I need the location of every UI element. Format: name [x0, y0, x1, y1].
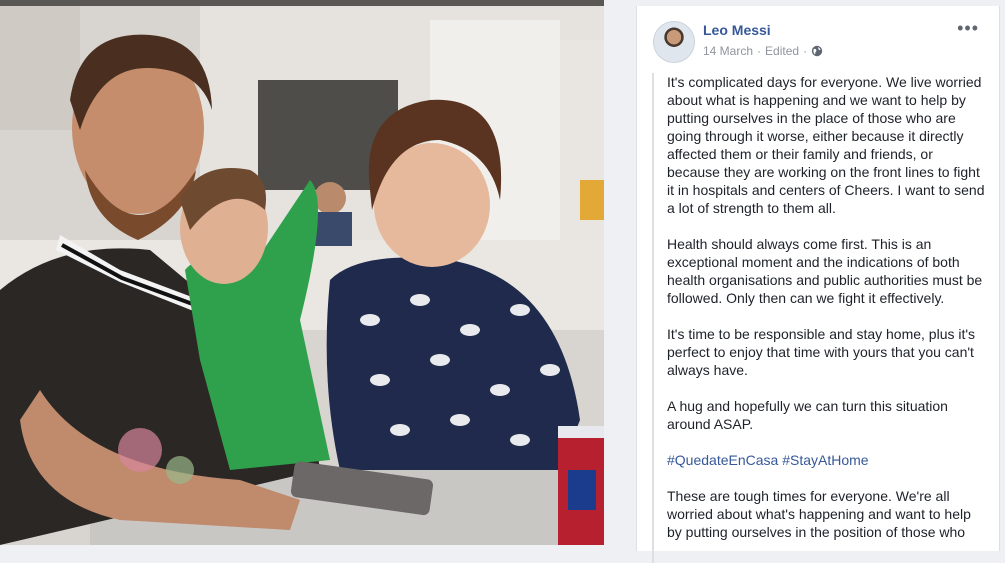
- post-panel: Leo Messi 14 March · Edited · ••• It's c…: [636, 6, 1000, 563]
- post-photo[interactable]: [0, 0, 604, 545]
- gutter: [604, 0, 636, 545]
- post-text: It's complicated days for everyone. We l…: [652, 73, 985, 563]
- post-meta: 14 March · Edited ·: [703, 44, 823, 58]
- edited-label[interactable]: Edited: [765, 44, 799, 58]
- family-photo-illustration: [0, 0, 604, 545]
- post-paragraph: A hug and hopefully we can turn this sit…: [667, 398, 948, 432]
- page-edge: [1000, 0, 1005, 545]
- meta-separator: ·: [757, 44, 762, 58]
- author-avatar[interactable]: [653, 21, 695, 63]
- author-name[interactable]: Leo Messi: [703, 22, 771, 38]
- photo-top-border: [0, 0, 604, 6]
- translation-paragraph: These are tough times for everyone. We'r…: [667, 488, 971, 540]
- more-options-button[interactable]: •••: [957, 19, 979, 37]
- post-paragraph: Health should always come first. This is…: [667, 236, 983, 306]
- post-date[interactable]: 14 March: [703, 44, 753, 58]
- hashtag-links[interactable]: #QuedateEnCasa #StayAtHome: [667, 451, 985, 469]
- meta-separator-2: ·: [803, 44, 808, 58]
- post-paragraph: It's complicated days for everyone. We l…: [667, 74, 985, 216]
- globe-icon[interactable]: [811, 45, 823, 57]
- post-paragraph: It's time to be responsible and stay hom…: [667, 326, 976, 378]
